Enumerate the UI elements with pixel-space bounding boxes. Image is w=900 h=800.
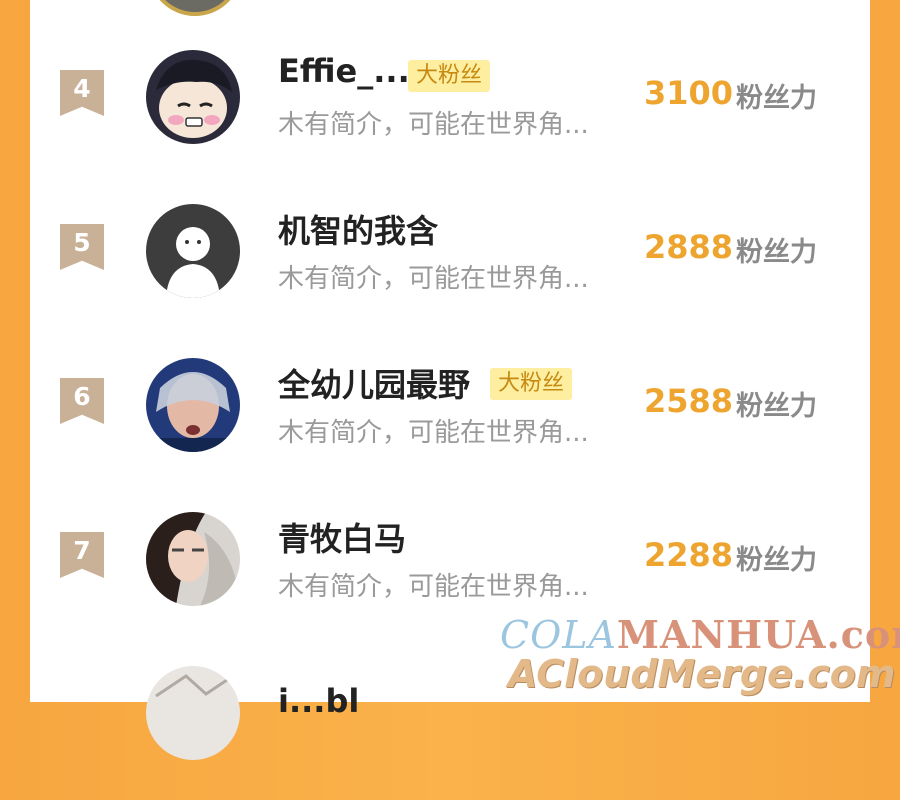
avatar[interactable] (146, 512, 240, 606)
fan-power-label: 粉丝力 (736, 83, 817, 114)
watermark-manhua: MANHUA.com (616, 612, 900, 657)
avatar[interactable] (146, 666, 240, 760)
user-name[interactable]: 青牧白马 (278, 514, 406, 560)
rank-flag: 6 (60, 378, 104, 424)
fan-power-score: 3100 (644, 74, 734, 112)
ranking-row[interactable]: 6 全幼儿园最野 大粉丝 木有简介，可能在世界角... 2588 粉丝力 (30, 338, 870, 492)
avatar[interactable] (146, 204, 240, 298)
fan-power-label: 粉丝力 (736, 391, 817, 422)
avatar[interactable] (146, 50, 240, 144)
watermark-colamanhua: COLAMANHUA.com (500, 612, 900, 657)
fan-power-label: 粉丝力 (736, 237, 817, 268)
previous-avatar[interactable] (148, 0, 242, 16)
fan-power-score: 2888 (644, 228, 734, 266)
user-name[interactable]: Effie_... (278, 52, 410, 90)
watermark-cola: COLA (500, 613, 617, 657)
user-intro: 木有简介，可能在世界角... (278, 418, 589, 448)
watermark-acloudmerge: ACloudMerge.com (508, 652, 896, 696)
rank-flag: 7 (60, 532, 104, 578)
rank-flag: 4 (60, 70, 104, 116)
big-fan-badge: 大粉丝 (490, 368, 573, 400)
fan-ranking-panel: 4 Effie_... 大粉丝 木有简介，可能在世界角... 3100 粉丝力 … (30, 0, 870, 760)
user-name[interactable]: 全幼儿园最野 (278, 360, 470, 406)
avatar[interactable] (146, 358, 240, 452)
user-name[interactable]: 机智的我含 (278, 206, 438, 252)
user-intro: 木有简介，可能在世界角... (278, 110, 589, 140)
fan-power-label: 粉丝力 (736, 545, 817, 576)
ranking-row[interactable]: 5 机智的我含 木有简介，可能在世界角... 2888 粉丝力 (30, 184, 870, 338)
rank-flag: 5 (60, 224, 104, 270)
big-fan-badge: 大粉丝 (408, 60, 491, 92)
fan-power-score: 2288 (644, 536, 734, 574)
ranking-row[interactable]: 4 Effie_... 大粉丝 木有简介，可能在世界角... 3100 粉丝力 (30, 30, 870, 184)
user-name[interactable]: i...bl (278, 682, 359, 720)
user-intro: 木有简介，可能在世界角... (278, 572, 589, 602)
fan-power-score: 2588 (644, 382, 734, 420)
user-intro: 木有简介，可能在世界角... (278, 264, 589, 294)
